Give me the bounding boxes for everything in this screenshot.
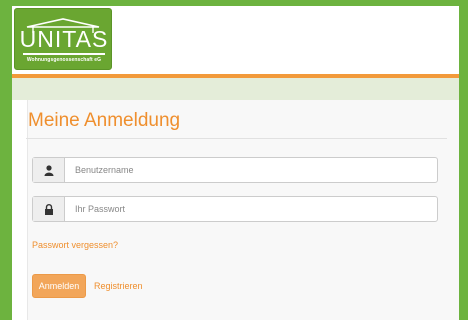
brand-tagline: Wohnungsgenossenschaft eG [26, 57, 102, 63]
page-title: Meine Anmeldung [28, 110, 181, 131]
password-input[interactable] [65, 197, 437, 221]
title-divider [26, 138, 447, 139]
register-link[interactable]: Registrieren [94, 281, 143, 291]
forgot-password-link[interactable]: Passwort vergessen? [32, 240, 118, 250]
username-field [32, 157, 438, 183]
username-input[interactable] [65, 158, 437, 182]
login-button[interactable]: Anmelden [32, 274, 86, 298]
lock-icon [33, 197, 65, 221]
user-icon [33, 158, 65, 182]
logo[interactable]: UNITAS Wohnungsgenossenschaft eG [14, 8, 112, 70]
brand-name: UNITAS [19, 26, 109, 52]
password-field [32, 196, 438, 222]
green-band [12, 78, 459, 100]
site-header: UNITAS Wohnungsgenossenschaft eG [12, 6, 459, 78]
brand-underline [23, 53, 105, 55]
